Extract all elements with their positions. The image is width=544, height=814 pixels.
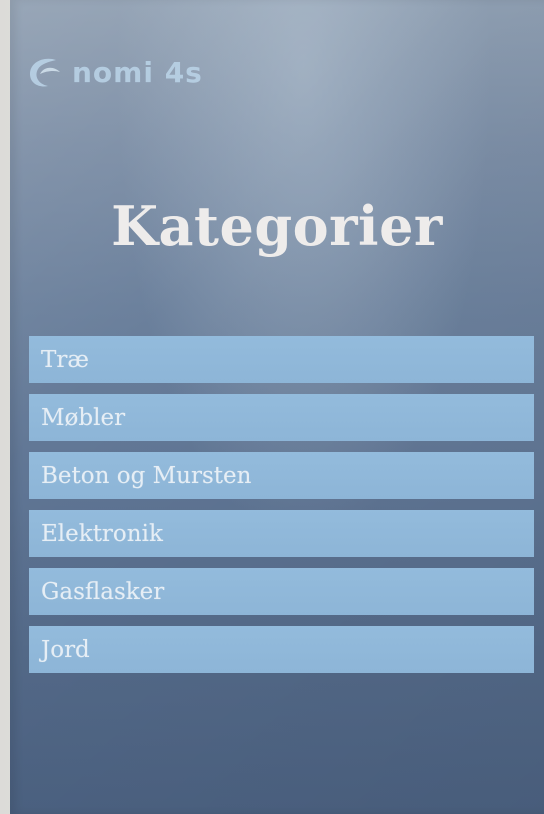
- nomi4s-logo: nomi 4s: [26, 52, 203, 92]
- category-item-trae: Træ: [29, 336, 534, 383]
- category-item-elektronik: Elektronik: [29, 510, 534, 557]
- category-item-beton-og-mursten: Beton og Mursten: [29, 452, 534, 499]
- crescent-swirl-icon: [30, 58, 60, 87]
- category-item-gasflasker: Gasflasker: [29, 568, 534, 615]
- logo-text: nomi 4s: [72, 55, 203, 89]
- category-list: Træ Møbler Beton og Mursten Elektronik G…: [29, 336, 534, 684]
- category-item-jord: Jord: [29, 626, 534, 673]
- category-item-mobler: Møbler: [29, 394, 534, 441]
- page-title: Kategorier: [111, 194, 443, 258]
